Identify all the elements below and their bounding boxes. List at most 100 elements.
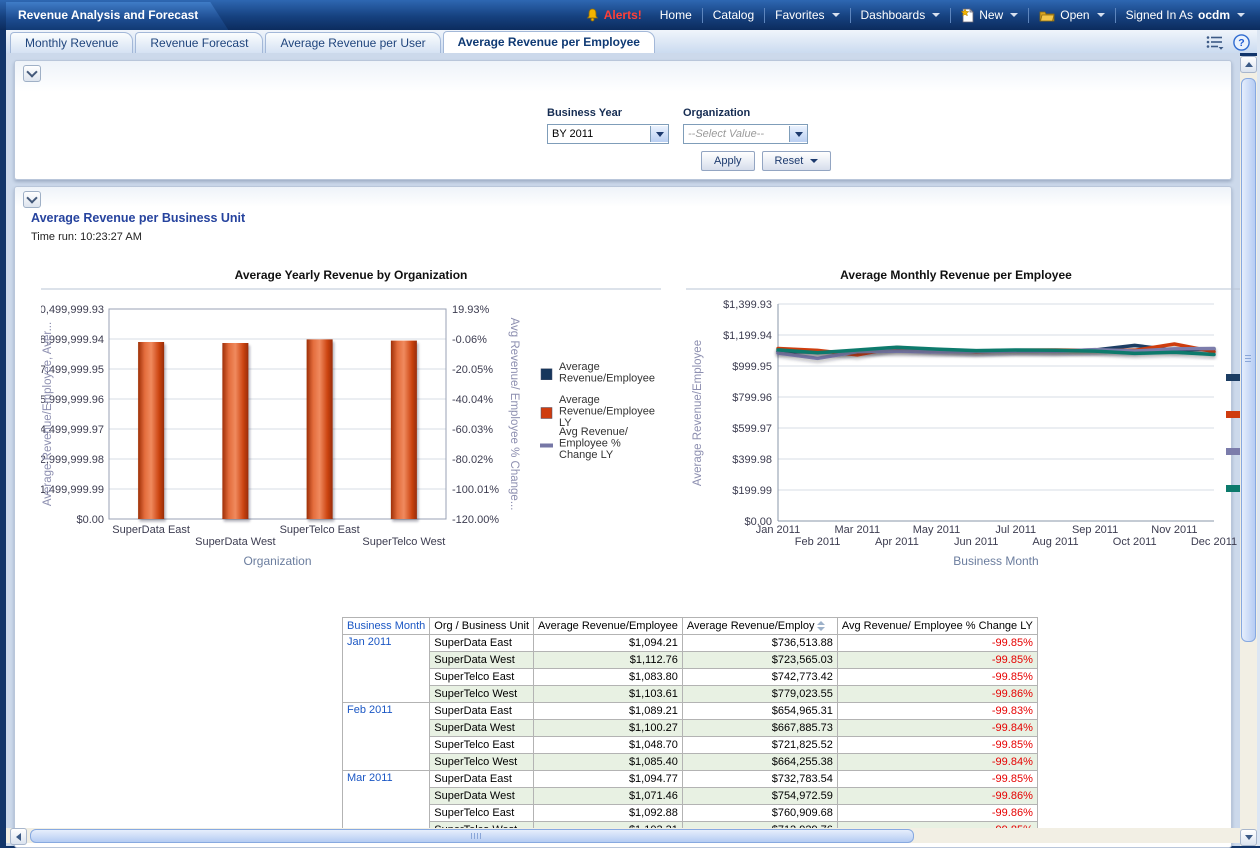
vertical-scrollbar[interactable] <box>1240 56 1257 846</box>
svg-text:$1,399.93: $1,399.93 <box>723 299 772 311</box>
svg-text:-60.03%: -60.03% <box>452 424 493 436</box>
svg-text:$199.99: $199.99 <box>732 485 772 497</box>
time-run-label: Time run: 10:23:27 AM <box>31 231 142 243</box>
column-header[interactable]: Avg Revenue/ Employee % Change LY <box>837 618 1037 635</box>
svg-text:$399.98: $399.98 <box>732 454 772 466</box>
avg-revenue-ly-cell: $736,513.88 <box>682 635 837 652</box>
menu-dashboards[interactable]: Dashboards <box>852 8 950 22</box>
avg-revenue-cell: $1,083.80 <box>534 669 683 686</box>
svg-text:Average Yearly Revenue by Orga: Average Yearly Revenue by Organization <box>235 268 468 282</box>
caret-down-icon <box>1010 13 1018 17</box>
signed-in-prefix: Signed In As <box>1126 8 1193 22</box>
menu-favorites[interactable]: Favorites <box>766 8 848 22</box>
scroll-down-button[interactable] <box>1240 829 1257 846</box>
menu-separator <box>702 8 703 23</box>
help-icon[interactable]: ? <box>1233 34 1250 51</box>
svg-text:Business Month: Business Month <box>953 554 1038 568</box>
svg-text:$0.00: $0.00 <box>76 514 104 526</box>
caret-down-icon <box>656 132 664 137</box>
avg-revenue-ly-cell: $654,965.31 <box>682 703 837 720</box>
table-row: SuperTelco East$1,048.70$721,825.52-99.8… <box>343 737 1038 754</box>
prompt-panel: Business Year BY 2011 Organization --Sel… <box>14 60 1232 180</box>
menu-separator <box>950 8 951 23</box>
pct-change-cell: -99.85% <box>837 771 1037 788</box>
menu-separator <box>764 8 765 23</box>
tab-revenue-forecast[interactable]: Revenue Forecast <box>135 32 263 53</box>
svg-text:Revenue/Employee: Revenue/Employee <box>559 373 655 385</box>
scroll-up-button[interactable] <box>1240 56 1257 73</box>
svg-text:SuperTelco West: SuperTelco West <box>362 536 445 548</box>
horizontal-scrollbar-thumb[interactable] <box>30 829 914 843</box>
line-chart-average-monthly-revenue[interactable]: Average Monthly Revenue per Employee$1,3… <box>686 263 1246 573</box>
reset-button[interactable]: Reset <box>762 151 832 171</box>
menu-new[interactable]: New <box>952 8 1027 23</box>
collapse-report-section-button[interactable] <box>23 191 41 208</box>
business-year-select[interactable]: BY 2011 <box>547 124 669 144</box>
menu-separator <box>1028 8 1029 23</box>
svg-text:Jun 2011: Jun 2011 <box>954 536 998 548</box>
avg-revenue-ly-cell: $742,773.42 <box>682 669 837 686</box>
table-row: SuperData West$1,112.76$723,565.03-99.85… <box>343 652 1038 669</box>
organization-select[interactable]: --Select Value-- <box>683 124 808 144</box>
pct-change-cell: -99.85% <box>837 669 1037 686</box>
pct-change-cell: -99.84% <box>837 720 1037 737</box>
pct-change-cell: -99.86% <box>837 805 1037 822</box>
avg-revenue-ly-cell: $754,972.59 <box>682 788 837 805</box>
scroll-left-button[interactable] <box>10 828 27 845</box>
horizontal-scrollbar[interactable] <box>6 828 1240 843</box>
column-header[interactable]: Business Month <box>343 618 430 635</box>
menu-separator <box>1115 8 1116 23</box>
svg-text:Mar 2011: Mar 2011 <box>834 524 880 536</box>
collapse-chevron-icon <box>26 192 37 203</box>
tab-monthly-revenue[interactable]: Monthly Revenue <box>10 32 133 53</box>
column-header[interactable]: Average Revenue/Employee <box>534 618 683 635</box>
vertical-scrollbar-thumb[interactable] <box>1241 78 1256 642</box>
apply-button[interactable]: Apply <box>701 151 755 171</box>
month-cell[interactable]: Jan 2011 <box>343 635 430 703</box>
svg-text:?: ? <box>1238 37 1244 49</box>
org-cell: SuperData West <box>430 788 534 805</box>
signed-in-menu[interactable]: Signed In As ocdm <box>1117 8 1254 22</box>
menu-open[interactable]: Open <box>1030 8 1113 22</box>
sort-desc-icon <box>817 627 825 631</box>
table-row: SuperData West$1,071.46$754,972.59-99.86… <box>343 788 1038 805</box>
pct-change-cell: -99.86% <box>837 788 1037 805</box>
select-arrow[interactable] <box>650 126 668 142</box>
table-row: SuperTelco East$1,083.80$742,773.42-99.8… <box>343 669 1038 686</box>
menu-catalog[interactable]: Catalog <box>704 8 763 22</box>
scrollbar-grip <box>471 833 481 839</box>
avg-revenue-cell: $1,100.27 <box>534 720 683 737</box>
column-header[interactable]: Average Revenue/Employ <box>682 618 837 635</box>
avg-revenue-ly-cell: $779,023.55 <box>682 686 837 703</box>
org-cell: SuperTelco West <box>430 754 534 771</box>
tab-average-revenue-per-employee[interactable]: Average Revenue per Employee <box>443 31 655 53</box>
page-options-icon[interactable] <box>1206 35 1224 50</box>
svg-text:-20.05%: -20.05% <box>452 364 493 376</box>
business-year-prompt: Business Year BY 2011 <box>547 107 669 144</box>
bar-chart-average-yearly-revenue[interactable]: Average Yearly Revenue by Organization$1… <box>41 263 661 573</box>
svg-text:Oct 2011: Oct 2011 <box>1113 536 1157 548</box>
avg-revenue-cell: $1,048.70 <box>534 737 683 754</box>
org-cell: SuperData West <box>430 720 534 737</box>
dashboard-tab-strip: Monthly Revenue Revenue Forecast Average… <box>6 30 1260 53</box>
svg-text:-100.01%: -100.01% <box>452 484 499 496</box>
collapse-prompt-section-button[interactable] <box>23 65 41 82</box>
svg-text:Jan 2011: Jan 2011 <box>756 524 800 536</box>
avg-revenue-cell: $1,092.88 <box>534 805 683 822</box>
svg-text:Average: Average <box>559 361 600 373</box>
sort-asc-desc-icons[interactable] <box>817 621 825 631</box>
revenue-table: Business MonthOrg / Business UnitAverage… <box>342 617 1038 839</box>
svg-text:Jul 2011: Jul 2011 <box>995 524 1036 536</box>
svg-text:$999.95: $999.95 <box>732 361 772 373</box>
menu-home[interactable]: Home <box>651 8 701 22</box>
dashboard-title-text: Revenue Analysis and Forecast <box>18 8 198 22</box>
caret-down-icon <box>795 132 803 137</box>
avg-revenue-ly-cell: $664,255.38 <box>682 754 837 771</box>
select-arrow[interactable] <box>789 126 807 142</box>
svg-text:SuperTelco East: SuperTelco East <box>280 524 360 536</box>
month-cell[interactable]: Feb 2011 <box>343 703 430 771</box>
column-header[interactable]: Org / Business Unit <box>430 618 534 635</box>
dashboard-content: Business Year BY 2011 Organization --Sel… <box>6 53 1240 846</box>
tab-average-revenue-per-user[interactable]: Average Revenue per User <box>265 32 440 53</box>
alerts-link[interactable]: Alerts! <box>577 8 651 22</box>
